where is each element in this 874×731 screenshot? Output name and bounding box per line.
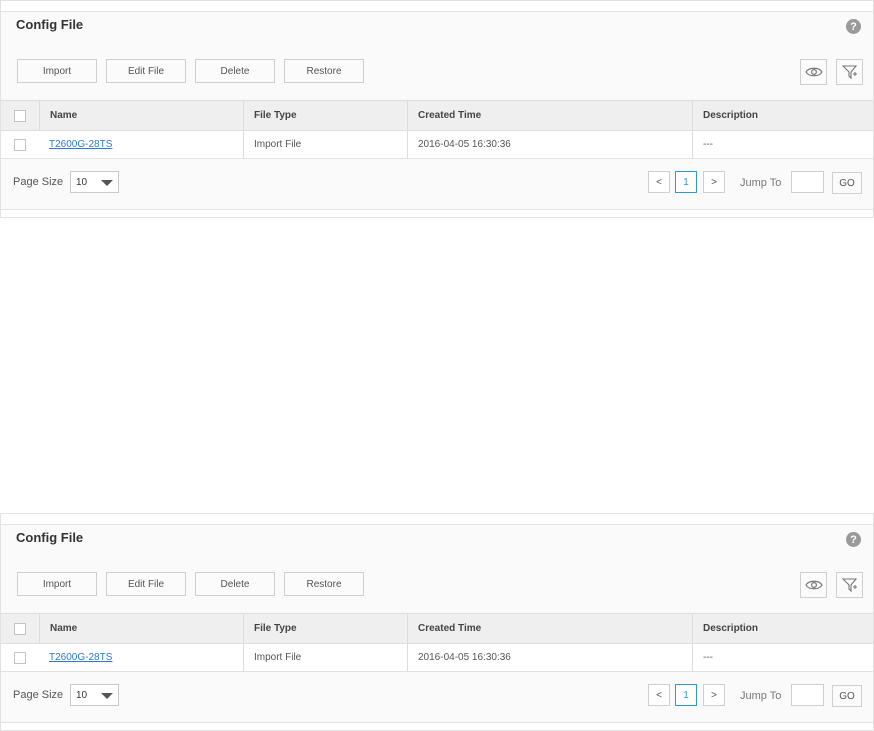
config-file-panel-1: Config File ? Import Edit File Delete Re…: [0, 0, 874, 218]
panel-top-border: [1, 514, 873, 525]
edit-file-button[interactable]: Edit File: [106, 572, 186, 596]
config-file-table: Name File Type Created Time Description …: [1, 613, 873, 672]
header-name[interactable]: Name: [39, 614, 243, 643]
help-icon[interactable]: ?: [846, 19, 861, 34]
page-size-label: Page Size: [13, 176, 64, 188]
pagination-bar: Page Size 10 < 1 > Jump To GO: [1, 671, 873, 721]
table-header-row: Name File Type Created Time Description: [1, 100, 873, 131]
cell-name: T2600G-28TS: [39, 644, 243, 671]
panel-title: Config File: [16, 17, 84, 32]
cell-file-type: Import File: [243, 131, 407, 158]
select-all-cell: [4, 614, 38, 643]
next-page-button[interactable]: >: [703, 684, 725, 706]
header-created-time[interactable]: Created Time: [407, 614, 692, 643]
page-size-select[interactable]: 10: [70, 171, 119, 193]
go-button[interactable]: GO: [832, 685, 862, 707]
pagination-bar: Page Size 10 < 1 > Jump To GO: [1, 158, 873, 208]
jump-to-input[interactable]: [791, 171, 824, 193]
column-visibility-button[interactable]: [800, 59, 827, 85]
select-all-cell: [4, 101, 38, 130]
eye-icon: [804, 580, 823, 590]
filter-icon: [841, 65, 857, 80]
header-file-type[interactable]: File Type: [243, 614, 407, 643]
jump-to-input[interactable]: [791, 684, 824, 706]
edit-file-button[interactable]: Edit File: [106, 59, 186, 83]
restore-button[interactable]: Restore: [284, 59, 364, 83]
help-icon[interactable]: ?: [846, 532, 861, 547]
cell-file-type: Import File: [243, 644, 407, 671]
page-1-button[interactable]: 1: [675, 171, 697, 193]
page-size-select[interactable]: 10: [70, 684, 119, 706]
jump-to-label: Jump To: [740, 690, 782, 702]
select-all-checkbox[interactable]: [14, 622, 26, 635]
cell-created-time: 2016-04-05 16:30:36: [407, 644, 692, 671]
page-size-value: 10: [76, 690, 88, 701]
cell-name: T2600G-28TS: [39, 131, 243, 158]
delete-button[interactable]: Delete: [195, 572, 275, 596]
panel-bottom-border: [1, 209, 873, 217]
cell-description: ---: [692, 644, 873, 671]
jump-to-label: Jump To: [740, 177, 782, 189]
row-checkbox[interactable]: [14, 651, 26, 664]
prev-page-button[interactable]: <: [648, 171, 670, 193]
header-description[interactable]: Description: [692, 101, 873, 130]
page-1-button[interactable]: 1: [675, 684, 697, 706]
chevron-down-icon: [101, 693, 113, 699]
delete-button[interactable]: Delete: [195, 59, 275, 83]
filter-icon: [841, 578, 857, 593]
page-size-value: 10: [76, 177, 88, 188]
eye-icon: [804, 67, 823, 77]
page-size-label: Page Size: [13, 689, 64, 701]
panel-top-border: [1, 1, 873, 12]
panel-bottom-border: [1, 722, 873, 730]
restore-button[interactable]: Restore: [284, 572, 364, 596]
import-button[interactable]: Import: [17, 572, 97, 596]
config-file-link[interactable]: T2600G-28TS: [49, 139, 112, 150]
header-description[interactable]: Description: [692, 614, 873, 643]
header-file-type[interactable]: File Type: [243, 101, 407, 130]
column-visibility-button[interactable]: [800, 572, 827, 598]
row-select-cell: [4, 131, 38, 158]
cell-description: ---: [692, 131, 873, 158]
go-button[interactable]: GO: [832, 172, 862, 194]
import-button[interactable]: Import: [17, 59, 97, 83]
row-checkbox[interactable]: [14, 138, 26, 151]
row-select-cell: [4, 644, 38, 671]
config-file-link[interactable]: T2600G-28TS: [49, 652, 112, 663]
config-file-panel-2: Config File ? Import Edit File Delete Re…: [0, 513, 874, 731]
table-header-row: Name File Type Created Time Description: [1, 613, 873, 644]
header-created-time[interactable]: Created Time: [407, 101, 692, 130]
header-name[interactable]: Name: [39, 101, 243, 130]
chevron-down-icon: [101, 180, 113, 186]
table-row: T2600G-28TS Import File 2016-04-05 16:30…: [1, 644, 873, 672]
panel-title: Config File: [16, 530, 84, 545]
next-page-button[interactable]: >: [703, 171, 725, 193]
cell-created-time: 2016-04-05 16:30:36: [407, 131, 692, 158]
config-file-table: Name File Type Created Time Description …: [1, 100, 873, 159]
filter-button[interactable]: [836, 59, 863, 85]
table-row: T2600G-28TS Import File 2016-04-05 16:30…: [1, 131, 873, 159]
filter-button[interactable]: [836, 572, 863, 598]
select-all-checkbox[interactable]: [14, 109, 26, 122]
prev-page-button[interactable]: <: [648, 684, 670, 706]
